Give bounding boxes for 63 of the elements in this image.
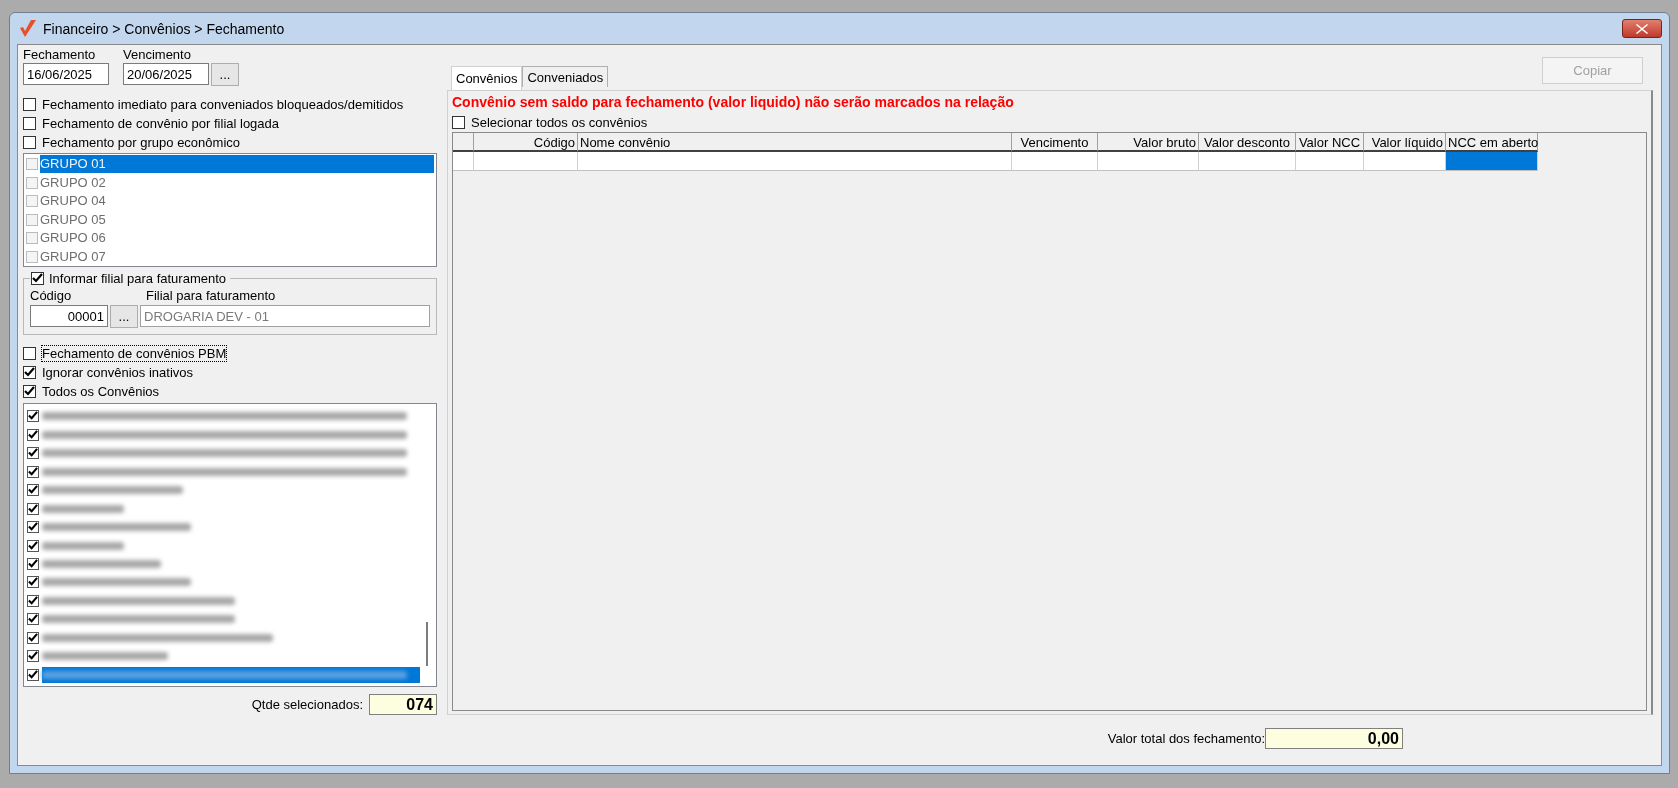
branch-picker-button[interactable]: ... <box>110 305 138 328</box>
code-field[interactable]: 00001 <box>30 305 108 327</box>
checkbox[interactable] <box>23 135 36 149</box>
checkbox[interactable] <box>27 650 39 663</box>
checkbox[interactable] <box>23 384 36 398</box>
checkbox[interactable] <box>27 484 39 497</box>
count-field: 074 <box>369 694 437 715</box>
checkbox-label[interactable]: Todos os Convênios <box>42 383 160 399</box>
date-label: Vencimento <box>123 47 192 63</box>
table-cell[interactable] <box>578 152 1012 171</box>
date-field[interactable]: 20/06/2025 <box>123 63 209 85</box>
date-label: Fechamento <box>23 47 97 63</box>
table-cell[interactable] <box>1364 152 1446 171</box>
checkbox-label[interactable]: Selecionar todos os convênios <box>471 114 648 130</box>
table-cell[interactable] <box>1098 152 1199 171</box>
branch-field[interactable]: DROGARIA DEV - 01 <box>140 305 430 327</box>
checkbox[interactable] <box>27 539 39 552</box>
checkbox-label[interactable]: Ignorar convênios inativos <box>42 364 194 380</box>
checkbox-label[interactable]: Informar filial para faturamento <box>49 271 227 286</box>
checkbox-label[interactable]: Fechamento de convênios PBM <box>42 345 227 361</box>
checkbox[interactable] <box>31 272 44 285</box>
scrollbar-thumb[interactable] <box>426 622 428 666</box>
checkbox[interactable] <box>27 576 39 589</box>
tab[interactable]: Conveniados <box>522 66 609 87</box>
date-picker-button[interactable]: ... <box>211 63 239 86</box>
checkbox[interactable] <box>27 428 39 441</box>
checkbox-label[interactable]: Fechamento imediato para conveniados bloqueados/demitidos <box>42 96 404 112</box>
checkbox[interactable] <box>23 365 36 379</box>
checkbox[interactable] <box>23 97 36 111</box>
table-cell[interactable] <box>1012 152 1098 171</box>
blurred-list-item[interactable] <box>42 666 420 683</box>
table-cell[interactable] <box>1199 152 1296 171</box>
count-label: Qtde selecionados: <box>251 696 363 713</box>
checkbox[interactable] <box>27 558 39 570</box>
field-label: Código <box>30 288 73 304</box>
checkbox[interactable] <box>452 115 465 129</box>
table-cell[interactable] <box>1446 152 1538 171</box>
field-label: Filial para faturamento <box>146 288 276 304</box>
check-logo-icon <box>19 18 37 39</box>
table-cell[interactable] <box>1296 152 1364 171</box>
checkbox[interactable] <box>27 613 39 626</box>
close-icon[interactable] <box>1636 23 1648 34</box>
total-field: 0,00 <box>1265 728 1403 749</box>
checkbox[interactable] <box>27 410 39 423</box>
tab[interactable]: Convênios <box>451 66 523 90</box>
checkbox[interactable] <box>27 668 39 681</box>
checkbox[interactable] <box>27 502 39 515</box>
checkbox[interactable] <box>27 465 39 478</box>
table-cell[interactable] <box>474 152 578 171</box>
date-field[interactable]: 16/06/2025 <box>23 63 109 85</box>
total-label: Valor total dos fechamento: <box>1107 730 1265 747</box>
close-button[interactable] <box>1622 19 1662 38</box>
warning-message: Convênio sem saldo para fechamento (valor liquido) não serão marcados na relação <box>452 93 1015 111</box>
checkbox[interactable] <box>27 447 39 460</box>
checkbox[interactable] <box>27 594 39 607</box>
checkbox-label[interactable]: Fechamento de convênio por filial logada <box>42 115 280 131</box>
window-title: Financeiro > Convênios > Fechamento <box>43 20 285 37</box>
checkbox[interactable] <box>23 346 36 360</box>
checkbox[interactable] <box>27 631 39 644</box>
checkbox-label[interactable]: Fechamento por grupo econômico <box>42 134 240 150</box>
checkbox[interactable] <box>27 521 39 534</box>
checkbox[interactable] <box>23 116 36 130</box>
row-indicator-cell[interactable] <box>453 152 474 171</box>
